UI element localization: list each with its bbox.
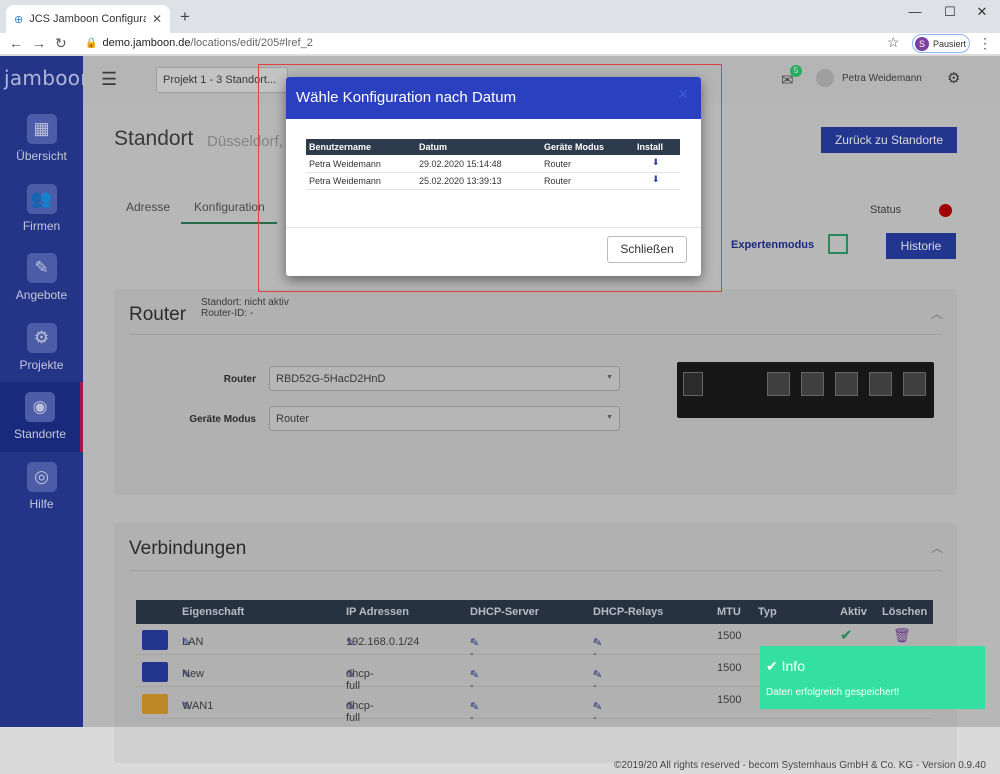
browser-tab-strip: ⊕ JCS Jamboon Configuration Serv ✕ + — ☐… <box>0 0 1000 33</box>
modal-divider <box>286 227 701 228</box>
url-host: demo.jamboon.de <box>102 37 191 49</box>
minimize-icon[interactable]: — <box>895 4 935 19</box>
info-toast[interactable]: ✔ Info Daten erfolgreich gespeichert! <box>760 646 985 709</box>
url-path: /locations/edit/205#lref_2 <box>190 37 313 49</box>
address-bar[interactable]: 🔒 demo.jamboon.de/locations/edit/205#lref… <box>85 37 313 49</box>
footer-copyright: ©2019/20 All rights reserved - becom Sys… <box>614 760 986 771</box>
lock-icon: 🔒 <box>85 38 98 49</box>
jamboon-favicon-icon: ⊕ <box>14 13 24 26</box>
config-history-modal: Wähle Konfiguration nach Datum ✕ Benutze… <box>286 77 701 276</box>
column-header: Datum <box>419 142 448 152</box>
browser-tab-title: JCS Jamboon Configuration Serv <box>29 13 146 25</box>
close-button[interactable]: Schließen <box>607 236 687 263</box>
table-row[interactable]: Petra Weidemann 25.02.2020 13:39:13 Rout… <box>306 173 680 190</box>
close-tab-icon[interactable]: ✕ <box>152 12 162 26</box>
config-mode: Router <box>544 176 572 186</box>
checkmark-icon: ✔ <box>766 658 778 674</box>
forward-arrow-icon[interactable]: → <box>32 35 46 51</box>
column-header: Geräte Modus <box>544 142 605 152</box>
reload-icon[interactable]: ↻ <box>55 35 67 52</box>
config-date: 29.02.2020 15:14:48 <box>419 159 502 169</box>
config-mode: Router <box>544 159 572 169</box>
config-user: Petra Weidemann <box>309 176 381 186</box>
new-tab-icon[interactable]: + <box>180 7 190 27</box>
toast-message: Daten erfolgreich gespeichert! <box>766 687 900 698</box>
config-table-header: Benutzername Datum Geräte Modus Install <box>306 139 680 155</box>
browser-menu-icon[interactable]: ⋮ <box>978 35 992 52</box>
back-arrow-icon[interactable]: ← <box>9 35 23 51</box>
bookmark-star-icon[interactable]: ☆ <box>887 34 900 51</box>
modal-title: Wähle Konfiguration nach Datum <box>296 89 517 106</box>
download-icon[interactable]: ⬇ <box>652 174 660 185</box>
toast-title: ✔ Info <box>766 658 805 675</box>
modal-header: Wähle Konfiguration nach Datum ✕ <box>286 77 701 119</box>
browser-toolbar: ← → ↻ 🔒 demo.jamboon.de/locations/edit/20… <box>0 33 1000 55</box>
browser-tab[interactable]: ⊕ JCS Jamboon Configuration Serv ✕ <box>6 5 170 33</box>
profile-chip[interactable]: S Pausiert <box>912 34 970 53</box>
column-header: Install <box>637 142 664 152</box>
toast-title-text: Info <box>781 658 805 674</box>
close-icon[interactable]: ✕ <box>677 86 689 103</box>
column-header: Benutzername <box>309 142 372 152</box>
config-user: Petra Weidemann <box>309 159 381 169</box>
download-icon[interactable]: ⬇ <box>652 157 660 168</box>
profile-avatar: S <box>915 36 929 51</box>
table-row[interactable]: Petra Weidemann 29.02.2020 15:14:48 Rout… <box>306 156 680 173</box>
close-window-icon[interactable]: ✕ <box>962 4 1000 20</box>
config-date: 25.02.2020 13:39:13 <box>419 176 502 186</box>
profile-status: Pausiert <box>933 38 967 49</box>
